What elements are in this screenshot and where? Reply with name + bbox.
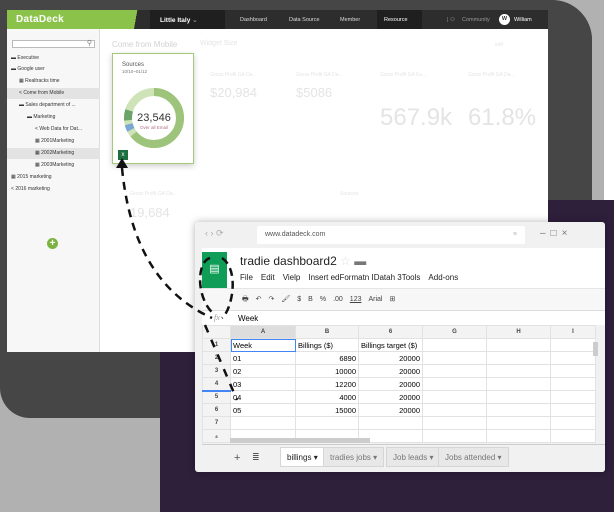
dashed-arrow-annotation xyxy=(116,158,239,401)
arrow-head-icon xyxy=(116,158,128,168)
